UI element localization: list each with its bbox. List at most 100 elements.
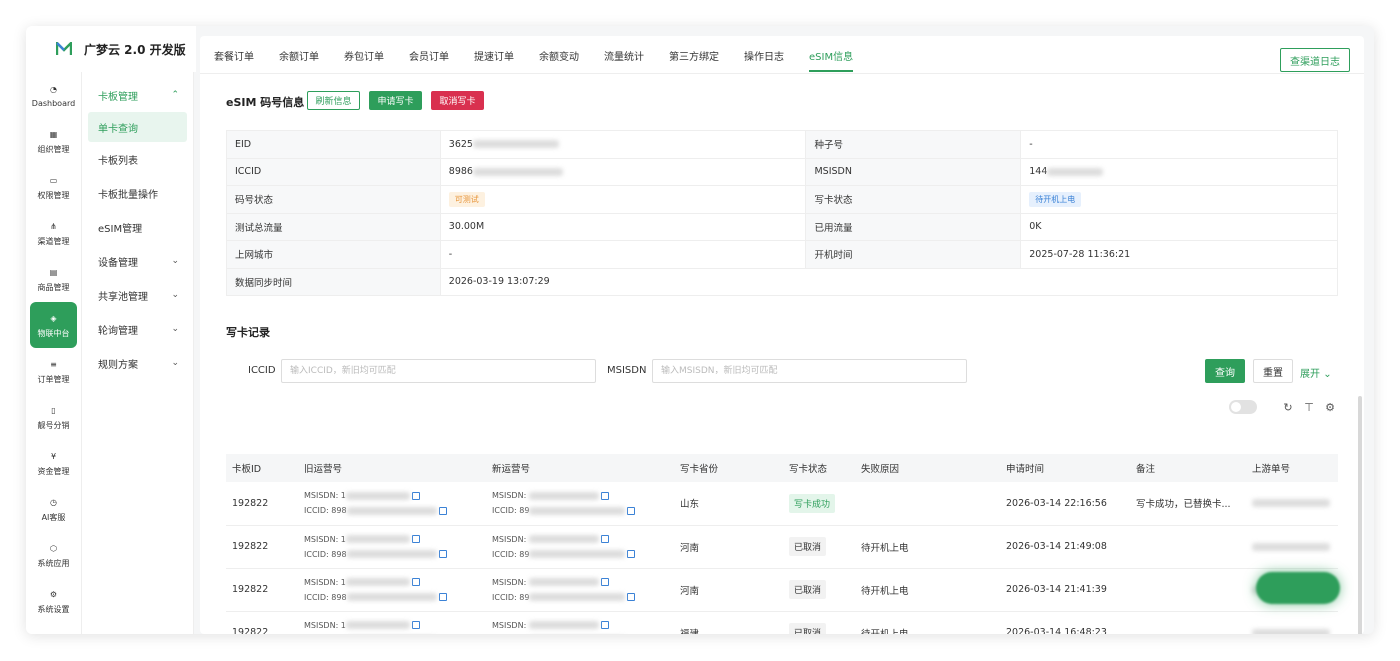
apply-write-button[interactable]: 申请写卡 <box>369 91 422 110</box>
rail-item-label: 订单管理 <box>37 375 70 384</box>
records-section-title: 写卡记录 <box>226 326 270 339</box>
query-button[interactable]: 查询 <box>1205 359 1245 383</box>
submenu-item-pool[interactable]: 共享池管理 ⌄ <box>82 278 193 312</box>
rail-item[interactable]: ◈ 物联中台 <box>30 302 77 348</box>
column-height-icon[interactable]: ⊤ <box>1303 401 1315 414</box>
cancel-write-button[interactable]: 取消写卡 <box>431 91 484 110</box>
rail-item[interactable]: ▤ 商品管理 <box>26 256 81 302</box>
tab[interactable]: 第三方绑定 <box>669 46 719 72</box>
rail-item[interactable]: ◔ Dashboard <box>26 72 81 118</box>
refresh-icon[interactable]: ↻ <box>1282 401 1294 414</box>
copy-icon[interactable] <box>627 550 636 558</box>
density-toggle[interactable] <box>1229 400 1257 414</box>
submenu-item-rules[interactable]: 规则方案 ⌄ <box>82 346 193 380</box>
submenu-item-polling[interactable]: 轮询管理 ⌄ <box>82 312 193 346</box>
copy-icon[interactable] <box>411 578 420 586</box>
new-iccid: ICCID: 89 <box>492 503 674 518</box>
msisdn-text: MSISDN: 1 <box>304 577 346 587</box>
tab[interactable]: 券包订单 <box>344 46 384 72</box>
copy-icon[interactable] <box>438 550 447 558</box>
msisdn-text: MSISDN: 1 <box>304 534 346 544</box>
msisdn-filter-label: MSISDN <box>607 365 647 376</box>
submenu-item-label: 单卡查询 <box>98 123 138 135</box>
info-label: EID <box>226 130 441 159</box>
submenu-item-single-query[interactable]: 单卡查询 <box>88 112 187 142</box>
note-cell <box>1130 568 1246 612</box>
redacted-text <box>345 491 410 500</box>
yen-icon: ¥ <box>50 451 57 461</box>
refresh-info-button[interactable]: 刷新信息 <box>307 91 360 110</box>
write-records-table: 卡板ID 旧运营号 新运营号 写卡省份 写卡状态 失败原因 申请时间 备注 上游单号 19282… <box>226 454 1338 634</box>
copy-icon[interactable] <box>411 535 420 543</box>
table-row: 192822MSISDN: 1ICCID: 898MSISDN: ICCID: … <box>226 568 1338 612</box>
rail-item[interactable]: ▦ 组织管理 <box>26 118 81 164</box>
copy-icon[interactable] <box>627 593 636 601</box>
copy-icon[interactable] <box>438 593 447 601</box>
rail-item-label: 商品管理 <box>37 283 70 292</box>
tab[interactable]: eSIM信息 <box>809 46 854 72</box>
info-row: ICCID 8986 MSISDN 144 <box>226 157 1338 186</box>
copy-icon[interactable] <box>600 578 609 586</box>
new-iccid: ICCID: 89 <box>492 633 674 635</box>
submenu-item-batch-ops[interactable]: 卡板批量操作 <box>82 176 193 210</box>
tab[interactable]: 余额变动 <box>539 46 579 72</box>
rail-item[interactable]: ¥ 资金管理 <box>26 440 81 486</box>
tab[interactable]: 流量统计 <box>604 46 644 72</box>
tab-divider <box>200 73 1364 74</box>
rail-item[interactable]: ◷ AI客服 <box>26 486 81 532</box>
msisdn-search-input[interactable]: 输入MSISDN，新旧均可匹配 <box>652 359 967 383</box>
rail-item[interactable]: ⋔ 渠道管理 <box>26 210 81 256</box>
msisdn-text: MSISDN: <box>492 577 529 587</box>
time-cell: 2026-03-14 22:16:56 <box>1000 482 1130 526</box>
rail-item[interactable]: ▭ 权限管理 <box>26 164 81 210</box>
copy-icon[interactable] <box>438 506 447 515</box>
table-row: 192822MSISDN: 1ICCID: 898MSISDN: ICCID: … <box>226 611 1338 634</box>
scrollbar[interactable] <box>1358 396 1362 634</box>
tab[interactable]: 余额订单 <box>279 46 319 72</box>
settings-icon[interactable]: ⚙ <box>1324 401 1336 414</box>
rail-item[interactable]: ⚙ 系统设置 <box>26 578 81 624</box>
redacted-text <box>1252 542 1330 551</box>
submenu-item-device[interactable]: 设备管理 ⌄ <box>82 244 193 278</box>
tab[interactable]: 提速订单 <box>474 46 514 72</box>
esim-section-title: eSIM 码号信息 <box>226 96 305 109</box>
store-icon: ▤ <box>49 267 58 277</box>
tab[interactable]: 套餐订单 <box>214 46 254 72</box>
copy-icon[interactable] <box>600 535 609 543</box>
rail-item[interactable]: ▯ 靓号分销 <box>26 394 81 440</box>
status-badge: 已取消 <box>789 580 827 599</box>
table-row: 192822MSISDN: 1ICCID: 898MSISDN: ICCID: … <box>226 525 1338 569</box>
expand-toggle[interactable]: 展开 ⌄ <box>1300 365 1332 380</box>
copy-icon[interactable] <box>411 621 420 629</box>
rail-item[interactable]: ⬡ 系统应用 <box>26 532 81 578</box>
copy-icon[interactable] <box>600 621 609 629</box>
info-label: 写卡状态 <box>805 185 1022 214</box>
new-msisdn: MSISDN: <box>492 575 674 590</box>
tab[interactable]: 操作日志 <box>744 46 784 72</box>
submenu-item-esim[interactable]: eSIM管理 <box>82 210 193 244</box>
left-rail: ◔ Dashboard ▦ 组织管理 ▭ 权限管理 ⋔ 渠道管理 ▤ 商品管理 ◈ 物联中台 ≡ 订单管理… <box>26 72 82 634</box>
rail-item-label: 资金管理 <box>37 467 70 476</box>
copy-icon[interactable] <box>627 506 636 515</box>
iccid-search-input[interactable]: 输入ICCID，新旧均可匹配 <box>281 359 596 383</box>
reset-button[interactable]: 重置 <box>1253 359 1293 383</box>
iccid-text: ICCID: 89 <box>492 549 530 559</box>
tab[interactable]: 会员订单 <box>409 46 449 72</box>
rail-item-label: 系统应用 <box>37 559 70 568</box>
copy-icon[interactable] <box>411 491 420 500</box>
phone-icon: ▯ <box>51 405 56 415</box>
old-iccid: ICCID: 898 <box>304 590 486 605</box>
old-msisdn: MSISDN: 1 <box>304 532 486 547</box>
card-id-cell: 192822 <box>226 568 298 612</box>
copy-icon[interactable] <box>600 491 609 500</box>
floating-chat-button[interactable] <box>1256 572 1340 604</box>
submenu-item-label: 卡板列表 <box>98 155 138 167</box>
info-label: MSISDN <box>805 157 1022 186</box>
table-header-row: 卡板ID 旧运营号 新运营号 写卡省份 写卡状态 失败原因 申请时间 备注 上游单号 <box>226 454 1338 482</box>
info-label: 上网城市 <box>226 240 441 269</box>
submenu-group-card-board[interactable]: 卡板管理 ⌃ <box>82 78 193 112</box>
channel-log-button[interactable]: 查渠道日志 <box>1280 48 1350 72</box>
submenu-item-board-list[interactable]: 卡板列表 <box>82 142 193 176</box>
msisdn-text: MSISDN: <box>492 620 529 630</box>
rail-item[interactable]: ≡ 订单管理 <box>26 348 81 394</box>
